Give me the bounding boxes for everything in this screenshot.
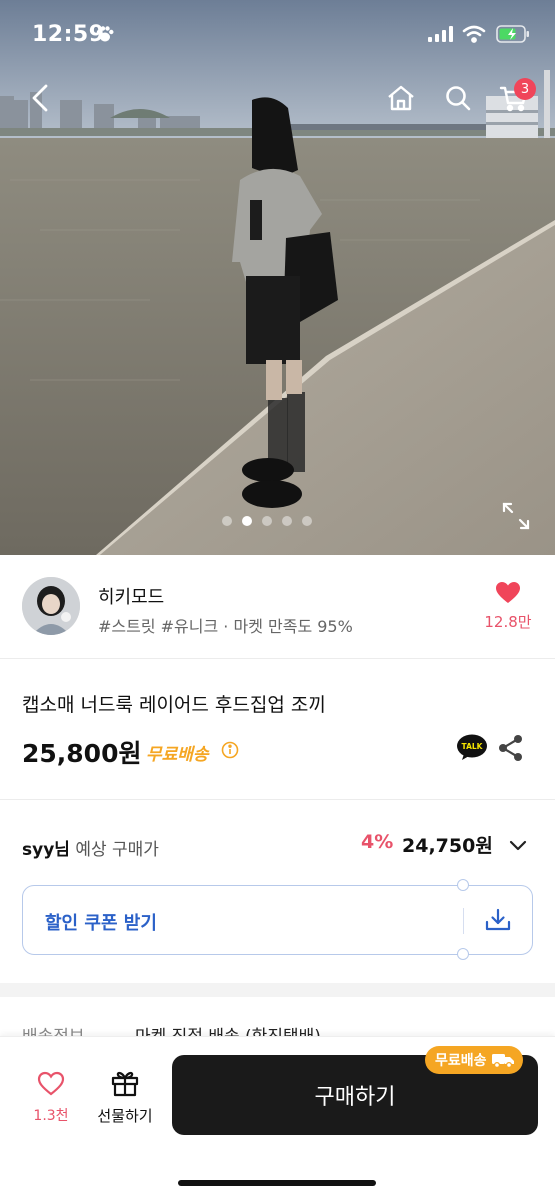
discount-rate: 4% (361, 831, 394, 853)
gift-icon (111, 1071, 139, 1097)
kakao-talk-icon[interactable]: TALK (456, 734, 488, 762)
page-dot[interactable] (282, 516, 292, 526)
gift-label: 선물하기 (97, 1107, 153, 1125)
info-icon[interactable] (221, 741, 239, 759)
search-icon (446, 86, 471, 111)
product-info: 캡소매 너드룩 레이어드 후드집업 조끼 25,800원 무료배송 (0, 660, 555, 800)
coupon-label: 할인 쿠폰 받기 (45, 913, 157, 934)
page-dot[interactable] (262, 516, 272, 526)
coupon-notch-bottom (457, 948, 469, 960)
seller-like-button[interactable]: 12.8만 (478, 581, 538, 632)
home-button[interactable] (379, 76, 423, 120)
expected-price-label: syy님 예상 구매가 (22, 835, 159, 860)
status-time: 12:59 (32, 22, 105, 47)
like-count: 1.3천 (33, 1108, 69, 1124)
status-bar: 12:59 (0, 0, 555, 70)
search-button[interactable] (436, 76, 480, 120)
page-dot[interactable] (302, 516, 312, 526)
page-dot-active[interactable] (242, 516, 252, 526)
product-title: 캡소매 너드룩 레이어드 후드집업 조끼 (22, 694, 326, 716)
free-shipping-badge-label: 무료배송 (435, 1053, 487, 1069)
heart-filled-icon (496, 582, 520, 603)
coupon-notch-top (457, 879, 469, 891)
product-price: 25,800원 (22, 739, 142, 768)
coupon-button[interactable]: 할인 쿠폰 받기 (22, 879, 533, 960)
cart-count-badge: 3 (514, 78, 536, 100)
download-icon (485, 908, 511, 931)
signal-icon (428, 26, 453, 42)
free-shipping-badge: 무료배송 (425, 1046, 523, 1074)
seller-avatar[interactable] (22, 577, 80, 635)
battery-icon (496, 25, 529, 43)
wifi-icon (462, 25, 486, 43)
svg-text:TALK: TALK (462, 742, 484, 751)
paw-icon (96, 26, 114, 42)
user-name: syy님 (22, 840, 70, 860)
expand-icon[interactable] (500, 500, 532, 532)
truck-icon (491, 1054, 514, 1068)
seller-name[interactable]: 히키모드 (98, 583, 164, 609)
seller-section[interactable]: 히키모드 #스트릿 #유니크 · 마켓 만족도 95% 12.8만 (0, 555, 555, 659)
coupon-divider (463, 908, 464, 934)
expected-price-text: 예상 구매가 (75, 840, 159, 860)
product-image-gallery[interactable]: 12:59 3 (0, 0, 555, 555)
heart-outline-icon (37, 1071, 65, 1096)
free-shipping-label: 무료배송 (146, 745, 209, 765)
expected-price: 24,750원 (402, 835, 493, 857)
gift-button[interactable]: 선물하기 (92, 1069, 158, 1126)
expected-price-row[interactable]: syy님 예상 구매가 4% 24,750원 (0, 801, 555, 886)
like-button[interactable]: 1.3천 (28, 1071, 74, 1125)
seller-meta: #스트릿 #유니크 · 마켓 만족도 95% (98, 617, 353, 636)
chevron-left-icon (32, 84, 48, 112)
home-indicator (178, 1180, 376, 1186)
back-button[interactable] (18, 76, 62, 120)
seller-like-count: 12.8만 (484, 613, 532, 631)
gallery-pagination (222, 516, 312, 526)
section-divider (0, 983, 555, 997)
page-dot[interactable] (222, 516, 232, 526)
home-icon (388, 85, 414, 111)
chevron-down-icon[interactable] (506, 833, 530, 857)
share-icon[interactable] (497, 734, 525, 762)
